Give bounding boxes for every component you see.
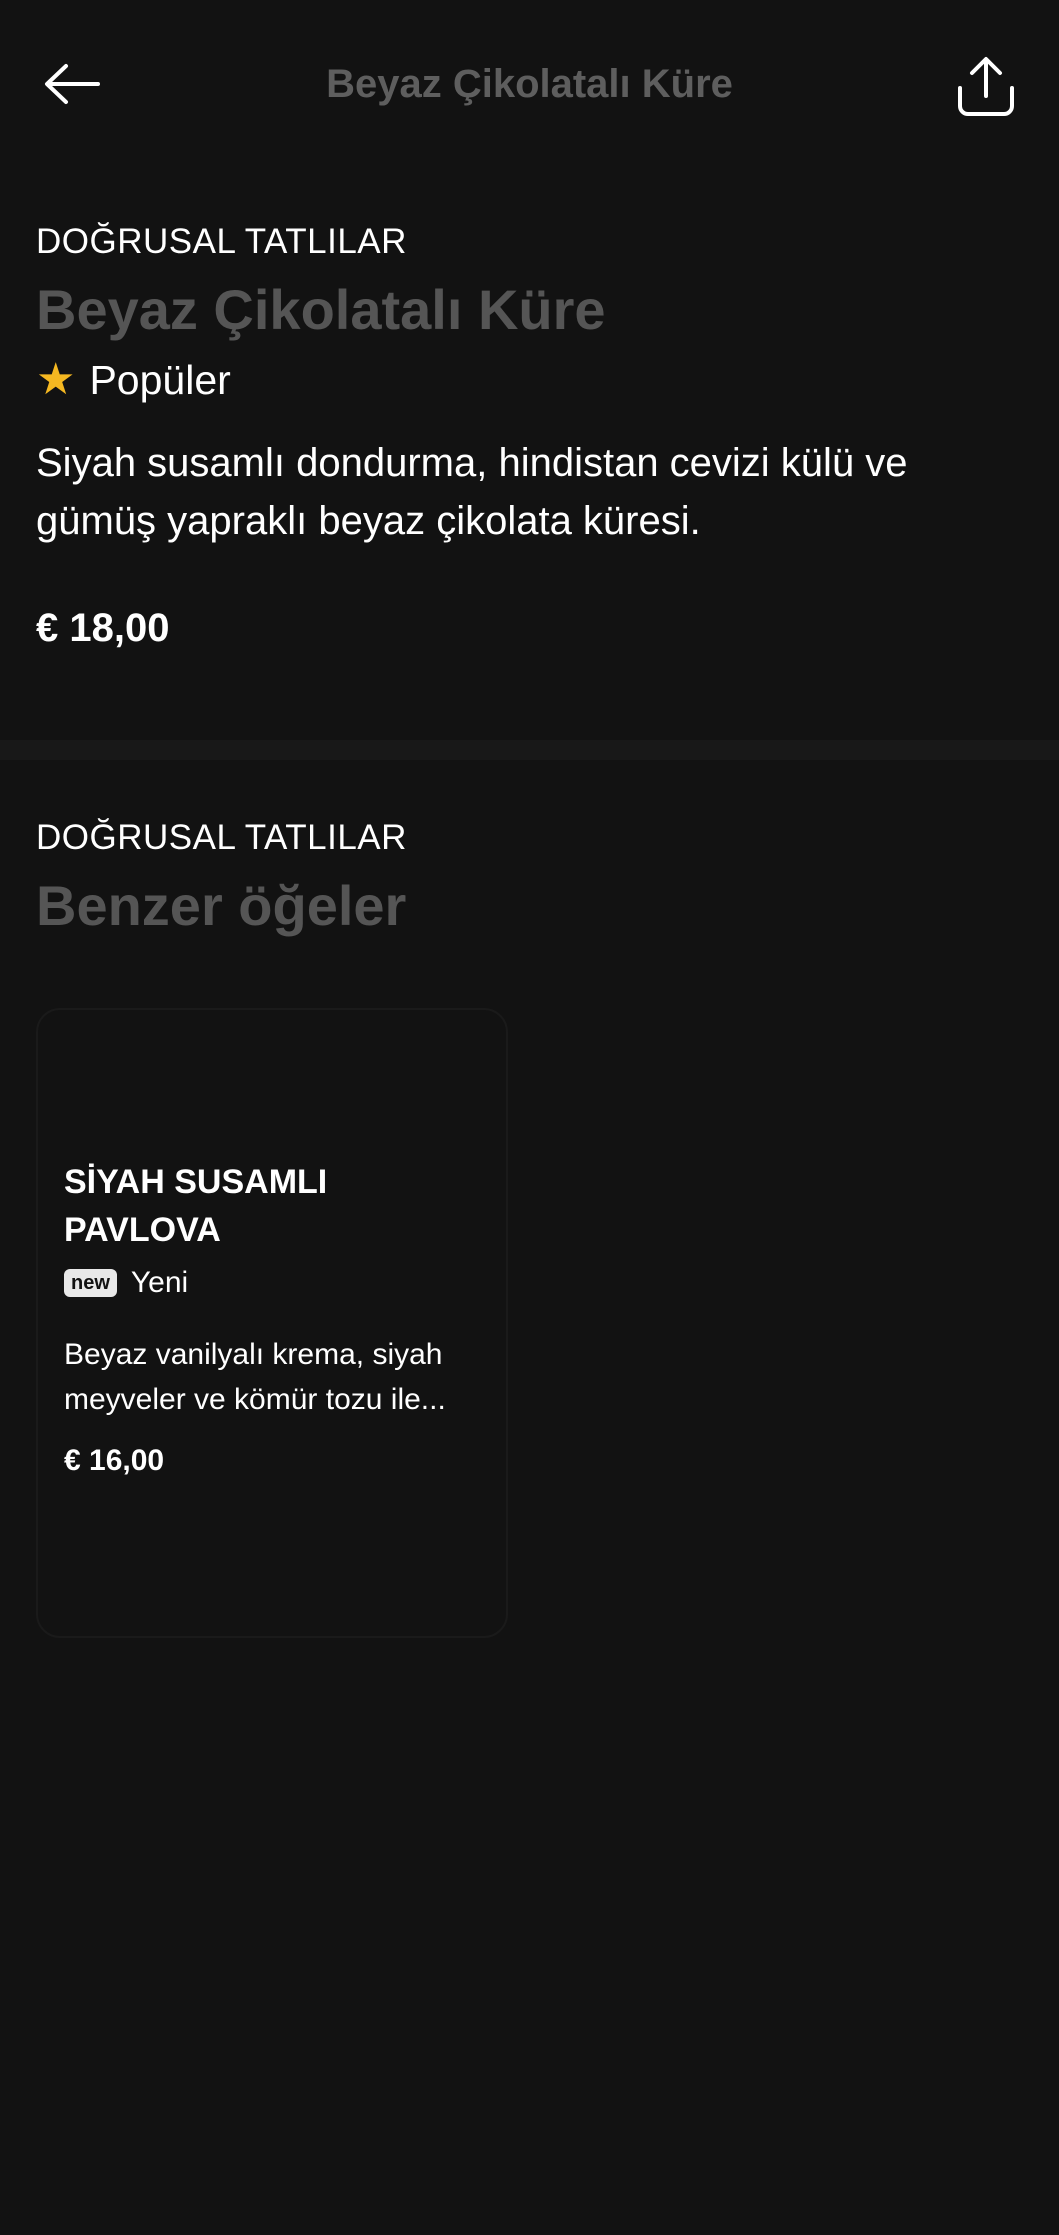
similar-item-card[interactable]: SİYAH SUSAMLI PAVLOVA new Yeni Beyaz van…: [36, 1008, 508, 1638]
share-icon: [958, 57, 1014, 116]
share-button[interactable]: [948, 50, 1024, 122]
product-description: Siyah susamlı dondurma, hindistan cevizi…: [36, 441, 908, 543]
product-category: DOĞRUSAL TATLILAR: [36, 222, 407, 261]
back-button[interactable]: [36, 52, 108, 116]
popular-badge-label: Popüler: [89, 357, 231, 403]
product-details: DOĞRUSAL TATLILAR Beyaz Çikolatalı Küre …: [36, 218, 1023, 656]
star-icon: ★: [36, 355, 76, 404]
similar-items-title: Benzer öğeler: [36, 874, 407, 937]
header-title: Beyaz Çikolatalı Küre: [326, 62, 733, 106]
new-badge-label: Yeni: [130, 1266, 189, 1299]
popular-badge: ★ Popüler: [36, 352, 1023, 408]
similar-item-description: Beyaz vanilyalı krema, siyah meyveler ve…: [64, 1338, 446, 1416]
similar-item-name: SİYAH SUSAMLI PAVLOVA: [64, 1163, 328, 1249]
product-price: € 18,00: [36, 606, 170, 650]
similar-item-price: € 16,00: [64, 1444, 165, 1477]
similar-items-section: DOĞRUSAL TATLILAR Benzer öğeler: [36, 814, 1023, 942]
arrow-left-icon: [45, 64, 100, 104]
new-badge: new Yeni: [64, 1266, 484, 1300]
product-title: Beyaz Çikolatalı Küre: [36, 278, 606, 341]
top-bar: Beyaz Çikolatalı Küre: [0, 0, 1059, 168]
similar-category: DOĞRUSAL TATLILAR: [36, 818, 407, 857]
new-tag: new: [64, 1269, 117, 1297]
section-divider: [0, 740, 1059, 760]
